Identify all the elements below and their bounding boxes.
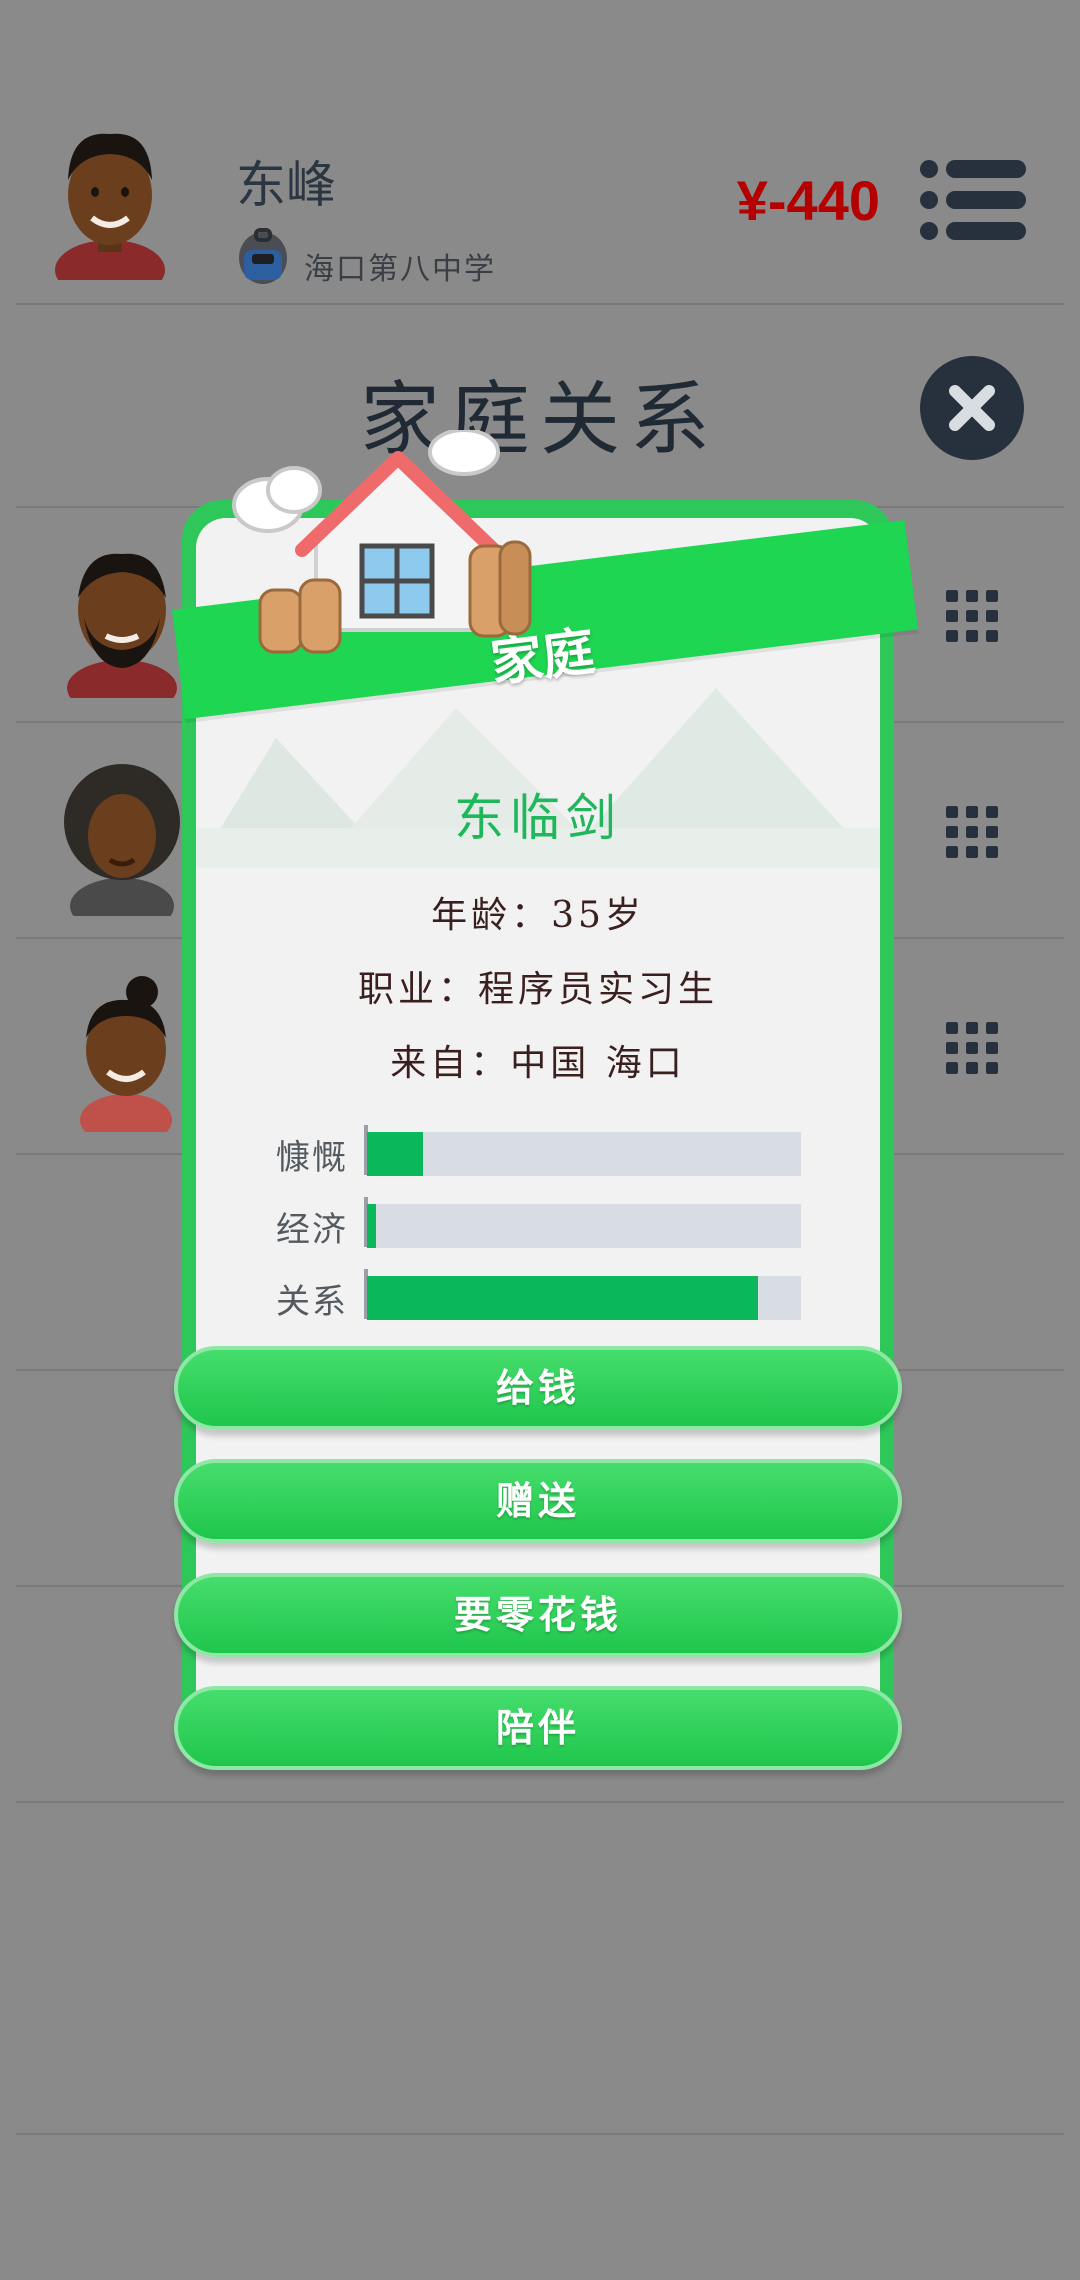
player-name: 东峰 — [236, 156, 336, 214]
stat-label-economy: 经济 — [276, 1210, 348, 1250]
close-icon — [949, 385, 995, 431]
stat-fill-economy — [367, 1204, 376, 1248]
stat-bar-relationship — [367, 1276, 801, 1320]
close-button[interactable] — [920, 356, 1024, 460]
menu-icon[interactable] — [920, 160, 1026, 240]
give-money-button[interactable]: 给钱 — [174, 1346, 902, 1430]
origin-line: 来自：中国 海口 — [390, 1043, 686, 1084]
family-avatar-1 — [67, 553, 177, 698]
occupation-line: 职业：程序员实习生 — [357, 969, 718, 1010]
grid-icon[interactable] — [946, 1022, 998, 1074]
profile-header: 东峰 海口第八中学 ¥-440 — [0, 0, 1080, 305]
gift-button[interactable]: 赠送 — [174, 1459, 902, 1543]
member-name: 东临剑 — [454, 789, 622, 847]
divider — [16, 303, 1064, 305]
player-avatar — [55, 133, 165, 280]
backpack-icon — [239, 228, 287, 284]
ask-pocket-money-button[interactable]: 要零花钱 — [174, 1573, 902, 1657]
stat-label-generosity: 慷慨 — [276, 1138, 348, 1178]
stat-bar-economy — [367, 1204, 801, 1248]
grid-icon[interactable] — [946, 806, 998, 858]
page-title: 家庭关系 — [360, 373, 720, 466]
stat-label-relationship: 关系 — [276, 1282, 348, 1322]
house-icon — [232, 430, 532, 654]
age-line: 年龄：35岁 — [431, 895, 645, 936]
divider — [16, 1801, 1064, 1803]
stat-bar-generosity — [367, 1132, 801, 1176]
divider — [16, 2133, 1064, 2135]
stat-fill-generosity — [367, 1132, 424, 1176]
family-avatar-3 — [80, 976, 172, 1132]
school-name: 海口第八中学 — [304, 252, 496, 287]
stat-fill-relationship — [367, 1276, 758, 1320]
money-balance: ¥-440 — [736, 169, 880, 232]
accompany-button[interactable]: 陪伴 — [174, 1686, 902, 1770]
family-avatar-2 — [64, 764, 180, 916]
grid-icon[interactable] — [946, 590, 998, 642]
